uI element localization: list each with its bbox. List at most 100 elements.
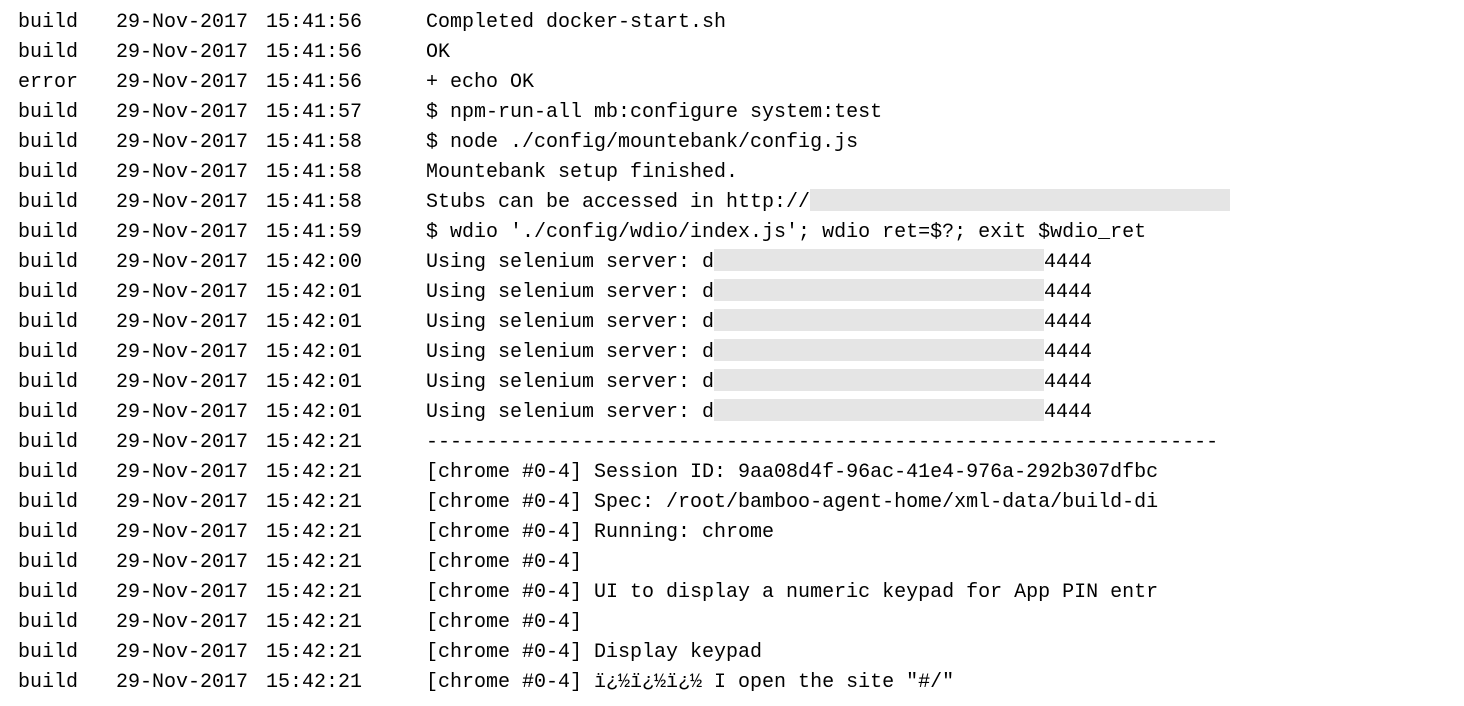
log-row: build29-Nov-201715:41:59$ wdio './config… [18, 218, 1446, 248]
log-text: 4444 [1044, 401, 1092, 424]
log-time: 15:41:58 [266, 158, 426, 188]
log-text: [chrome #0-4] [426, 551, 582, 574]
log-level: build [18, 488, 116, 518]
log-text: [chrome #0-4] [426, 611, 582, 634]
log-level: build [18, 368, 116, 398]
log-message: + echo OK [426, 68, 1446, 98]
log-text: [chrome #0-4] ï¿½ï¿½ï¿½ I open the site … [426, 671, 954, 694]
log-text: [chrome #0-4] Session ID: 9aa08d4f-96ac-… [426, 461, 1158, 484]
redacted-block [714, 249, 1044, 271]
log-time: 15:42:21 [266, 578, 426, 608]
redacted-block [714, 309, 1044, 331]
log-date: 29-Nov-2017 [116, 218, 266, 248]
log-message: OK [426, 38, 1446, 68]
log-date: 29-Nov-2017 [116, 98, 266, 128]
log-row: build29-Nov-201715:41:57$ npm-run-all mb… [18, 98, 1446, 128]
log-time: 15:42:21 [266, 668, 426, 698]
log-time: 15:42:01 [266, 338, 426, 368]
log-text: 4444 [1044, 311, 1092, 334]
log-date: 29-Nov-2017 [116, 248, 266, 278]
log-date: 29-Nov-2017 [116, 68, 266, 98]
log-output: build29-Nov-201715:41:56Completed docker… [18, 8, 1446, 698]
log-message: Completed docker-start.sh [426, 8, 1446, 38]
log-time: 15:42:21 [266, 428, 426, 458]
log-message: $ npm-run-all mb:configure system:test [426, 98, 1446, 128]
log-text: Mountebank setup finished. [426, 161, 738, 184]
log-text: OK [426, 41, 450, 64]
log-row: build29-Nov-201715:42:00Using selenium s… [18, 248, 1446, 278]
log-time: 15:42:21 [266, 638, 426, 668]
log-message: [chrome #0-4] Session ID: 9aa08d4f-96ac-… [426, 458, 1446, 488]
log-text: $ wdio './config/wdio/index.js'; wdio re… [426, 221, 1146, 244]
log-date: 29-Nov-2017 [116, 608, 266, 638]
log-level: build [18, 548, 116, 578]
log-message: [chrome #0-4] [426, 608, 1446, 638]
log-date: 29-Nov-2017 [116, 638, 266, 668]
log-time: 15:42:01 [266, 398, 426, 428]
log-text: [chrome #0-4] Display keypad [426, 641, 762, 664]
log-level: build [18, 158, 116, 188]
redacted-block [714, 279, 1044, 301]
redacted-block [714, 369, 1044, 391]
log-date: 29-Nov-2017 [116, 158, 266, 188]
log-level: build [18, 308, 116, 338]
log-level: build [18, 128, 116, 158]
log-row: build29-Nov-201715:42:21----------------… [18, 428, 1446, 458]
log-level: build [18, 668, 116, 698]
log-message: Using selenium server: d4444 [426, 278, 1446, 308]
log-row: build29-Nov-201715:42:01Using selenium s… [18, 278, 1446, 308]
log-row: build29-Nov-201715:42:21[chrome #0-4] Sp… [18, 488, 1446, 518]
log-date: 29-Nov-2017 [116, 38, 266, 68]
log-row: build29-Nov-201715:41:58Stubs can be acc… [18, 188, 1446, 218]
log-row: build29-Nov-201715:42:01Using selenium s… [18, 398, 1446, 428]
log-level: build [18, 608, 116, 638]
log-row: build29-Nov-201715:41:56OK [18, 38, 1446, 68]
log-time: 15:42:21 [266, 518, 426, 548]
log-level: build [18, 188, 116, 218]
log-text: [chrome #0-4] UI to display a numeric ke… [426, 581, 1158, 604]
log-message: Using selenium server: d4444 [426, 308, 1446, 338]
log-message: [chrome #0-4] ï¿½ï¿½ï¿½ I open the site … [426, 668, 1446, 698]
log-row: build29-Nov-201715:42:01Using selenium s… [18, 338, 1446, 368]
log-date: 29-Nov-2017 [116, 668, 266, 698]
log-time: 15:41:56 [266, 8, 426, 38]
log-text: Using selenium server: d [426, 281, 714, 304]
log-text: + echo OK [426, 71, 534, 94]
redacted-block [714, 339, 1044, 361]
log-text: Completed docker-start.sh [426, 11, 726, 34]
log-row: build29-Nov-201715:42:21[chrome #0-4] Di… [18, 638, 1446, 668]
redacted-block [810, 189, 1230, 211]
log-date: 29-Nov-2017 [116, 368, 266, 398]
log-text: Using selenium server: d [426, 251, 714, 274]
log-text: Using selenium server: d [426, 371, 714, 394]
log-time: 15:41:56 [266, 68, 426, 98]
log-message: Mountebank setup finished. [426, 158, 1446, 188]
redacted-block [714, 399, 1044, 421]
log-level: build [18, 398, 116, 428]
log-date: 29-Nov-2017 [116, 8, 266, 38]
log-time: 15:41:58 [266, 128, 426, 158]
log-time: 15:42:21 [266, 458, 426, 488]
log-message: [chrome #0-4] Display keypad [426, 638, 1446, 668]
log-text: Using selenium server: d [426, 401, 714, 424]
log-time: 15:42:21 [266, 548, 426, 578]
log-level: build [18, 428, 116, 458]
log-message: $ wdio './config/wdio/index.js'; wdio re… [426, 218, 1446, 248]
log-text: $ node ./config/mountebank/config.js [426, 131, 858, 154]
log-text: 4444 [1044, 341, 1092, 364]
log-message: Stubs can be accessed in http:// [426, 188, 1446, 218]
log-level: build [18, 248, 116, 278]
log-date: 29-Nov-2017 [116, 518, 266, 548]
log-time: 15:41:59 [266, 218, 426, 248]
log-date: 29-Nov-2017 [116, 398, 266, 428]
log-date: 29-Nov-2017 [116, 458, 266, 488]
log-level: build [18, 8, 116, 38]
log-date: 29-Nov-2017 [116, 128, 266, 158]
log-level: build [18, 638, 116, 668]
log-text: 4444 [1044, 251, 1092, 274]
log-date: 29-Nov-2017 [116, 578, 266, 608]
log-date: 29-Nov-2017 [116, 548, 266, 578]
log-row: build29-Nov-201715:41:58Mountebank setup… [18, 158, 1446, 188]
log-level: error [18, 68, 116, 98]
log-time: 15:42:01 [266, 278, 426, 308]
